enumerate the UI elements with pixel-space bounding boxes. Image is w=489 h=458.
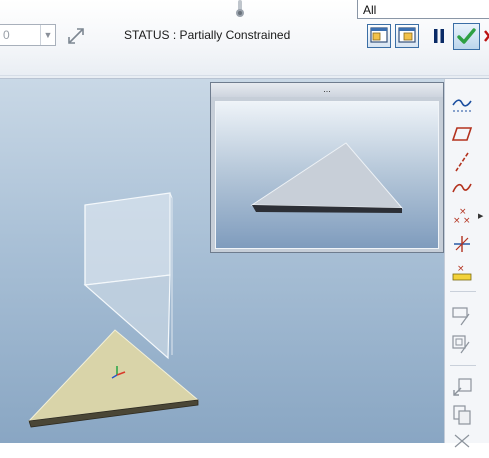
selection-filter-select[interactable]: All — [357, 0, 489, 19]
thermometer-icon — [233, 0, 247, 18]
flyout-arrow-icon[interactable]: ▶ — [478, 212, 483, 220]
paste-icon[interactable] — [451, 403, 473, 425]
datum-curve-icon[interactable] — [451, 95, 473, 117]
offset-value: 0 — [3, 28, 10, 42]
assembly-window-button[interactable] — [395, 24, 419, 48]
assembly-window-icon — [398, 27, 416, 43]
flip-direction-icon[interactable] — [66, 26, 86, 46]
checkmark-icon — [457, 28, 476, 44]
dashboard-toolbar: All 0 ▼ STATUS : Partially Constrained — [0, 0, 489, 79]
datum-axis-icon[interactable] — [451, 151, 473, 173]
sketch-curve-icon[interactable] — [451, 177, 473, 199]
selection-filter-value: All — [363, 3, 377, 17]
triangle-plate-model[interactable] — [27, 329, 200, 428]
insert-component-icon[interactable] — [451, 377, 473, 399]
svg-text:×: × — [463, 216, 471, 226]
toolbar-divider — [450, 291, 476, 292]
translucent-panel-model[interactable] — [83, 192, 173, 360]
separate-window-button[interactable] — [367, 24, 391, 48]
right-toolbar: × × × ▶ × — [444, 79, 489, 448]
toolbar-divider — [450, 365, 476, 366]
svg-text:×: × — [453, 216, 461, 226]
component-preview-window[interactable]: ... — [210, 82, 444, 253]
coordinate-system-icon[interactable] — [451, 233, 473, 255]
assemble-component-icon[interactable] — [451, 305, 473, 327]
copy-component-icon[interactable] — [451, 333, 473, 355]
offset-value-input[interactable]: 0 ▼ — [0, 24, 56, 46]
cancel-icon[interactable] — [483, 27, 489, 45]
mirror-icon[interactable] — [451, 431, 473, 453]
preview-window-canvas[interactable] — [215, 101, 439, 249]
ok-button[interactable] — [453, 23, 480, 50]
pause-icon[interactable] — [431, 26, 447, 46]
preview-window-title[interactable]: ... — [211, 83, 443, 97]
svg-text:×: × — [457, 264, 465, 274]
analysis-icon[interactable]: × — [451, 261, 473, 283]
datum-plane-icon[interactable] — [451, 123, 473, 145]
toolbar-divider — [0, 75, 489, 76]
separate-window-icon — [370, 27, 388, 43]
point-pattern-icon[interactable]: × × × — [451, 205, 473, 227]
chevron-down-icon[interactable]: ▼ — [40, 25, 55, 45]
constraint-status-text: STATUS : Partially Constrained — [124, 28, 291, 42]
preview-triangle-model — [250, 142, 404, 213]
